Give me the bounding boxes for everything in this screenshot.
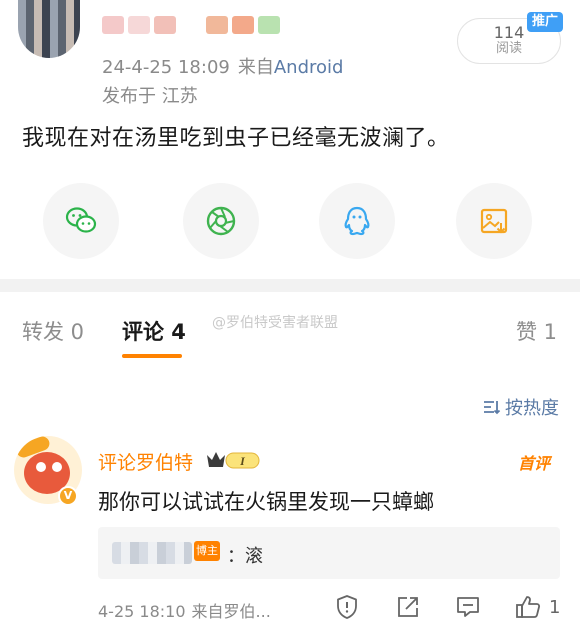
- comment-time: 4-25 18:10: [98, 602, 186, 621]
- commenter-name[interactable]: 评论罗伯特: [98, 448, 193, 475]
- like-count: 1: [549, 597, 561, 618]
- op-badge: 博主: [194, 541, 220, 561]
- thumbs-up-icon: [516, 596, 541, 618]
- post-text: 我现在对在汤里吃到虫子已经毫无波澜了。: [22, 126, 450, 151]
- report-button[interactable]: [334, 594, 360, 620]
- save-image-button[interactable]: [456, 183, 532, 259]
- shield-alert-icon: [337, 595, 357, 619]
- share-wechat-button[interactable]: [43, 183, 119, 259]
- sort-icon: [484, 401, 501, 415]
- tab-comment[interactable]: 评论 4: [122, 316, 186, 346]
- first-comment-badge: 首评: [518, 454, 551, 473]
- tab-like[interactable]: 赞 1: [516, 316, 557, 346]
- comment-text: 那你可以试试在火锅里发现一只蟑螂: [98, 490, 434, 514]
- post-source[interactable]: Android: [274, 57, 344, 78]
- sort-label: 按热度: [505, 398, 559, 419]
- post-location: 发布于 江苏: [102, 86, 198, 107]
- like-button[interactable]: [515, 594, 541, 620]
- comment-bubble-icon: [457, 597, 479, 617]
- moments-icon: [206, 206, 236, 236]
- reply-text: ：滚: [227, 546, 263, 567]
- reply-preview[interactable]: [98, 527, 560, 579]
- watermark: @罗伯特受害者联盟: [212, 315, 338, 331]
- post-source-prefix: 来自: [237, 57, 274, 78]
- crown-level-icon: I: [207, 452, 260, 469]
- sort-button[interactable]: 按热度: [483, 394, 559, 420]
- qq-icon: [344, 206, 370, 236]
- post-meta: 24-4-25 18:09 来自Android: [102, 53, 343, 79]
- verified-icon: V: [58, 486, 78, 506]
- reply-button[interactable]: [455, 594, 481, 620]
- read-label: 阅读: [495, 41, 522, 56]
- section-divider: [0, 279, 580, 292]
- comment-source: 来自罗伯...: [191, 602, 271, 621]
- share-comment-button[interactable]: [395, 594, 421, 620]
- comment-meta: 4-25 18:10 来自罗伯...: [98, 598, 271, 622]
- promo-badge: 推广: [527, 12, 563, 32]
- wechat-icon: [65, 207, 97, 233]
- author-name-blurred[interactable]: [102, 16, 280, 34]
- tab-active-indicator: [122, 354, 182, 358]
- save-image-icon: [480, 208, 508, 234]
- post-date: 24-4-25 18:09: [102, 57, 230, 78]
- reply-author-blurred: [112, 542, 192, 564]
- share-qq-button[interactable]: [319, 183, 395, 259]
- tab-repost[interactable]: 转发 0: [22, 316, 84, 346]
- author-avatar[interactable]: [18, 0, 80, 58]
- share-arrow-icon: [398, 597, 418, 617]
- share-moments-button[interactable]: [183, 183, 259, 259]
